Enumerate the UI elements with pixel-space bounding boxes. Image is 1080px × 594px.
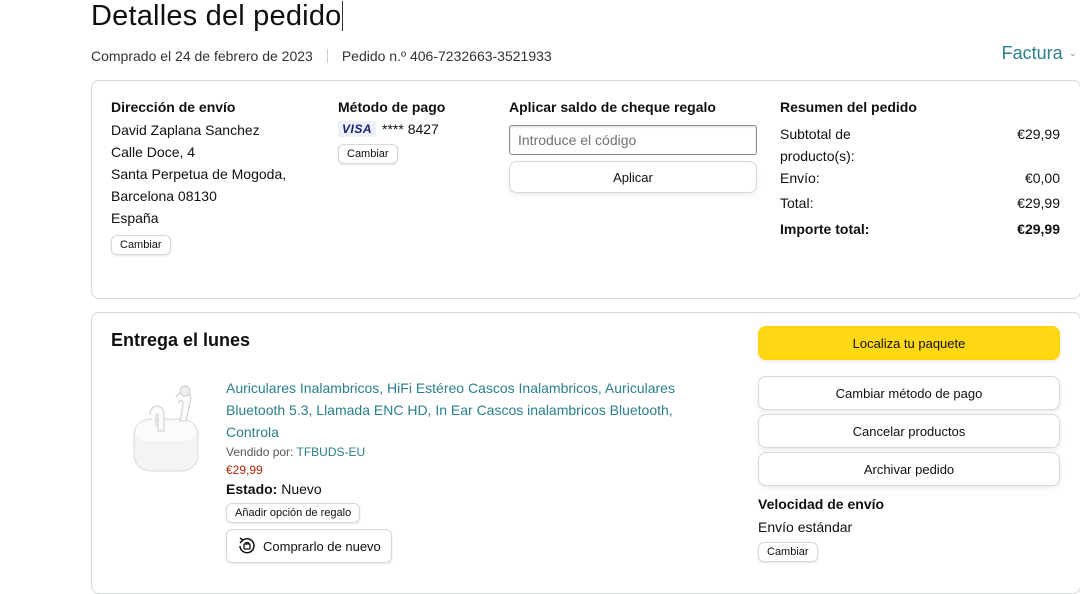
shipping-cost-row: Envío: €0,00 <box>780 167 1060 189</box>
buy-again-label: Comprarlo de nuevo <box>263 538 381 554</box>
order-actions: Localiza tu paquete Cambiar método de pa… <box>758 326 1060 562</box>
gift-card-section: Aplicar saldo de cheque regalo Introduce… <box>509 99 757 193</box>
page-title: Detalles del pedido <box>91 0 344 32</box>
apply-gift-button[interactable]: Aplicar <box>509 161 757 193</box>
sold-by-label: Vendido por: <box>226 445 294 459</box>
change-payment-method-button[interactable]: Cambiar método de pago <box>758 376 1060 410</box>
change-payment-button[interactable]: Cambiar <box>338 144 398 164</box>
invoice-dropdown[interactable]: Factura ⌄ <box>1002 43 1077 64</box>
order-number: Pedido n.º 406-7232663-3521933 <box>341 48 552 64</box>
order-info-card: Dirección de envío David Zaplana Sanchez… <box>91 80 1080 299</box>
payment-heading: Método de pago <box>338 99 446 115</box>
visa-card-icon: VISA <box>338 121 377 137</box>
gift-option-button[interactable]: Añadir opción de regalo <box>226 503 361 523</box>
shipping-cost-value: €0,00 <box>1024 170 1060 186</box>
condition: Estado: Nuevo <box>226 481 675 497</box>
address-line: Barcelona 08130 <box>111 188 217 204</box>
chevron-down-icon: ⌄ <box>1068 48 1077 59</box>
sold-by: Vendido por: TFBUDS-EU <box>226 445 675 459</box>
buy-again-button[interactable]: Comprarlo de nuevo <box>226 529 392 563</box>
cancel-products-button[interactable]: Cancelar productos <box>758 414 1060 448</box>
condition-value: Nuevo <box>281 481 322 497</box>
total-label: Total: <box>780 195 814 211</box>
product-title-link[interactable]: Auriculares Inalambricos, HiFi Estéreo C… <box>226 377 675 443</box>
text-caret <box>342 1 344 31</box>
delivery-card: Entrega el lunes Auriculares Inalambrico… <box>91 312 1080 594</box>
grand-total-value: €29,99 <box>1017 221 1060 237</box>
change-address-button[interactable]: Cambiar <box>111 235 171 255</box>
product-image[interactable] <box>128 377 208 477</box>
product-title-line: Bluetooth 5.3, Llamada ENC HD, In Ear Ca… <box>226 402 673 418</box>
seller-link[interactable]: TFBUDS-EU <box>297 445 366 459</box>
address-line: España <box>111 210 159 226</box>
summary-heading: Resumen del pedido <box>780 99 917 115</box>
address-line: Calle Doce, 4 <box>111 144 196 160</box>
address-line: David Zaplana Sanchez <box>111 122 260 138</box>
purchase-date: Comprado el 24 de febrero de 2023 <box>91 48 313 64</box>
total-value: €29,99 <box>1017 195 1060 211</box>
subtotal-label: producto(s): <box>780 148 855 164</box>
gift-code-input[interactable]: Introduce el código <box>509 125 757 155</box>
order-summary-section: Resumen del pedido Subtotal de producto(… <box>780 99 1060 269</box>
gift-heading: Aplicar saldo de cheque regalo <box>509 99 716 115</box>
delivery-heading: Entrega el lunes <box>111 330 251 350</box>
product-title-line: Controla <box>226 424 279 440</box>
shipping-speed-heading: Velocidad de envío <box>758 496 885 512</box>
buy-again-icon <box>239 537 255 554</box>
divider <box>326 49 328 63</box>
payment-method-section: Método de pago VISA **** 8427 Cambiar <box>338 99 445 164</box>
card-number: **** 8427 <box>382 121 439 137</box>
product-details: Auriculares Inalambricos, HiFi Estéreo C… <box>226 377 675 563</box>
total-row: Total: €29,99 <box>780 192 1060 214</box>
address-line: Santa Perpetua de Mogoda, <box>111 166 287 182</box>
track-package-button[interactable]: Localiza tu paquete <box>758 326 1060 360</box>
condition-label: Estado: <box>226 481 278 497</box>
shipping-address-section: Dirección de envío David Zaplana Sanchez… <box>111 99 286 255</box>
product-price: €29,99 <box>226 463 263 477</box>
grand-total-label: Importe total: <box>780 221 870 237</box>
change-shipping-speed-button[interactable]: Cambiar <box>758 542 818 562</box>
shipping-cost-label: Envío: <box>780 170 820 186</box>
archive-order-button[interactable]: Archivar pedido <box>758 452 1060 486</box>
earbuds-icon <box>133 385 199 472</box>
order-meta: Comprado el 24 de febrero de 2023 Pedido… <box>91 48 552 64</box>
invoice-label: Factura <box>1001 43 1063 63</box>
shipping-speed-value: Envío estándar <box>758 519 853 535</box>
shipping-heading: Dirección de envío <box>111 99 236 115</box>
subtotal-value: €29,99 <box>1017 126 1060 142</box>
product-title-line: Auriculares Inalambricos, HiFi Estéreo C… <box>226 380 675 396</box>
subtotal-row: Subtotal de producto(s): €29,99 <box>780 123 1060 167</box>
grand-total-row: Importe total: €29,99 <box>780 218 1060 240</box>
